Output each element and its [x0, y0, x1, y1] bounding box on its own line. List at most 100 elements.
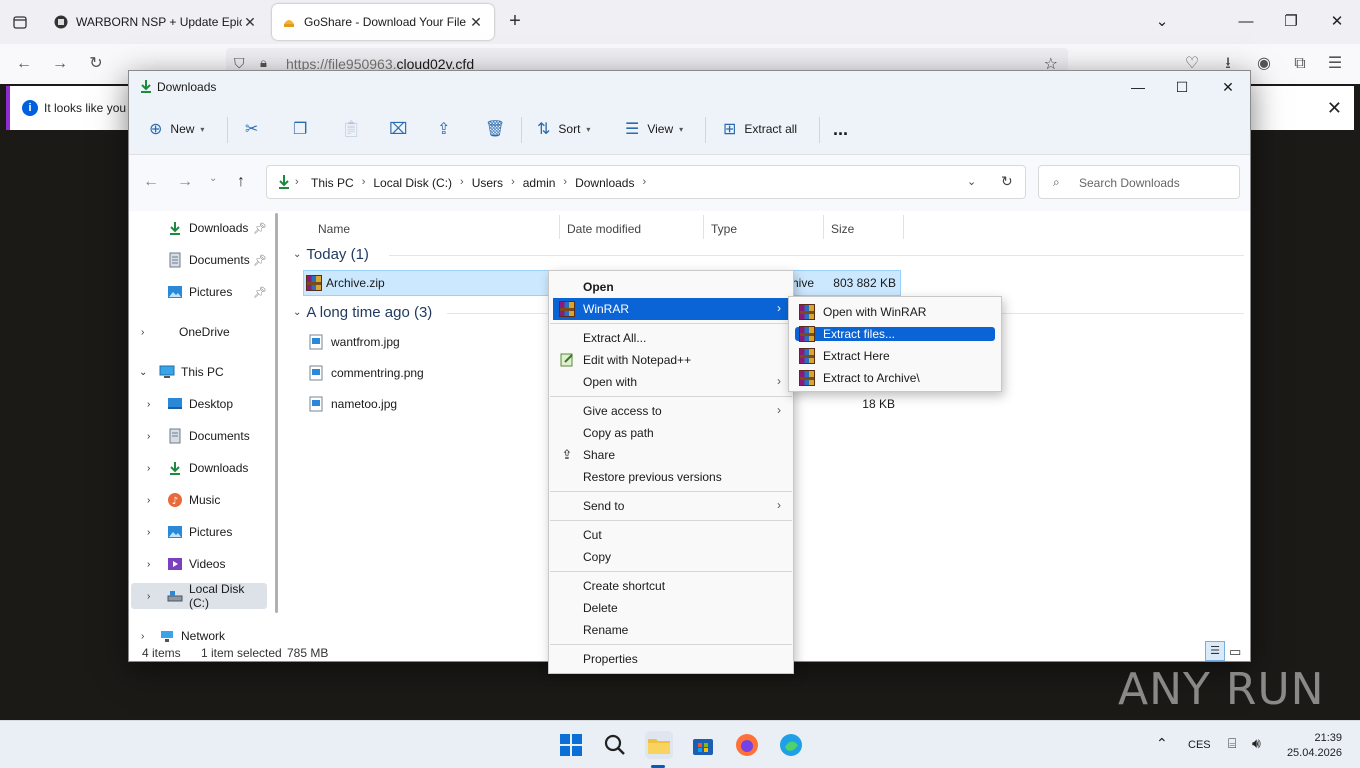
breadcrumb-item[interactable]: This PC [311, 176, 354, 190]
group-header-long-ago[interactable]: ⌄ A long time ago (3) [293, 304, 432, 321]
more-options-button[interactable]: ... [833, 117, 848, 141]
menu-icon[interactable]: ☰ [1323, 52, 1347, 76]
sidebar-item-network[interactable]: › Network [129, 623, 269, 643]
chevron-right-icon[interactable]: › [147, 559, 150, 570]
menu-item-give-access[interactable]: Give access to › [553, 400, 789, 422]
breadcrumb-item[interactable]: Local Disk (C:) [373, 176, 452, 190]
rename-button[interactable]: ⌧ [389, 117, 415, 141]
menu-item-copy-as-path[interactable]: Copy as path [553, 422, 789, 444]
menu-item-winrar[interactable]: WinRAR › [553, 298, 789, 320]
close-notification-icon[interactable]: ✕ [1327, 98, 1342, 119]
menu-item-copy[interactable]: Copy [553, 546, 789, 568]
menu-item-rename[interactable]: Rename [553, 619, 789, 641]
forward-icon[interactable]: → [177, 173, 193, 191]
new-tab-icon[interactable]: + [503, 10, 527, 34]
pin-icon[interactable]: 📌︎ [253, 254, 267, 267]
sidebar-item-onedrive[interactable]: › OneDrive [129, 319, 269, 345]
paste-button[interactable]: 📋︎ [341, 117, 369, 141]
chevron-right-icon[interactable]: › [141, 327, 144, 338]
up-icon[interactable]: ↑ [237, 173, 245, 191]
forward-icon[interactable]: → [48, 52, 72, 76]
menu-item-edit-notepad[interactable]: Edit with Notepad++ [553, 349, 789, 371]
share-button[interactable]: ⇪ [437, 117, 458, 141]
submenu-extract-here[interactable]: Extract Here [795, 348, 995, 364]
back-icon[interactable]: ← [143, 173, 159, 191]
sidebar-item-documents[interactable]: Documents 📌︎ [129, 247, 269, 273]
sidebar-item-local-disk[interactable]: › Local Disk (C:) [131, 582, 267, 610]
maximize-icon[interactable]: ☐ [1162, 75, 1202, 99]
file-explorer-icon[interactable] [645, 731, 673, 759]
refresh-icon[interactable]: ↻ [1001, 173, 1013, 190]
file-row-wantfrom[interactable]: wantfrom.jpg [303, 329, 400, 355]
chevron-right-icon[interactable]: › [147, 431, 150, 442]
menu-item-open-with[interactable]: Open with › [553, 371, 789, 393]
sidebar-item-videos[interactable]: › Videos [129, 551, 269, 577]
copy-button[interactable]: ❐ [293, 117, 315, 141]
close-icon[interactable]: ✕ [1208, 75, 1248, 99]
lock-icon[interactable]: 🔒︎ [260, 55, 267, 71]
menu-item-restore-versions[interactable]: Restore previous versions [553, 466, 789, 488]
extensions-icon[interactable]: ⧉ [1288, 52, 1312, 76]
recent-chevron-icon[interactable]: ⌄ [209, 173, 217, 184]
chevron-down-icon[interactable]: ⌄ [139, 367, 147, 378]
edge-icon[interactable] [777, 731, 805, 759]
close-tab-icon[interactable]: ✕ [468, 14, 484, 31]
chevron-right-icon[interactable]: › [141, 631, 144, 642]
tab-goshare[interactable]: GoShare - Download Your File ✕ [272, 4, 494, 40]
submenu-extract-files[interactable]: Extract files... [795, 326, 995, 342]
delete-button[interactable]: 🗑︎ [485, 117, 513, 141]
sidebar-item-desktop[interactable]: › Desktop [129, 391, 269, 417]
show-hidden-icons-chevron[interactable]: ⌃ [1156, 735, 1168, 752]
sidebar-item-this-pc[interactable]: ⌄ This PC [129, 359, 269, 385]
submenu-open-with-winrar[interactable]: Open with WinRAR [795, 304, 995, 320]
tiles-view-icon[interactable]: ▭ [1229, 644, 1241, 660]
sidebar-item-downloads[interactable]: Downloads 📌︎ [129, 215, 269, 241]
close-tab-icon[interactable]: ✕ [242, 14, 258, 31]
search-input[interactable]: ⌕ Search Downloads [1038, 165, 1240, 199]
sidebar-item-pictures[interactable]: › Pictures [129, 519, 269, 545]
minimize-icon[interactable]: — [1118, 75, 1158, 99]
search-icon[interactable] [601, 731, 629, 759]
cut-button[interactable]: ✂ [245, 117, 266, 141]
extract-all-button[interactable]: ⊞ Extract all [723, 117, 797, 141]
start-icon[interactable] [557, 731, 585, 759]
column-divider[interactable] [823, 215, 824, 239]
column-header-date[interactable]: Date modified [567, 222, 641, 236]
column-divider[interactable] [559, 215, 560, 239]
column-header-type[interactable]: Type [711, 222, 737, 236]
chevron-right-icon[interactable]: › [147, 527, 150, 538]
sidebar-item-pictures[interactable]: Pictures 📌︎ [129, 279, 269, 305]
group-header-today[interactable]: ⌄ Today (1) [293, 246, 369, 263]
menu-item-send-to[interactable]: Send to › [553, 495, 789, 517]
chevron-down-icon[interactable]: ⌄ [967, 175, 976, 188]
details-view-icon[interactable]: ☰ [1205, 641, 1225, 661]
store-icon[interactable] [689, 731, 717, 759]
menu-item-delete[interactable]: Delete [553, 597, 789, 619]
chevron-right-icon[interactable]: › [147, 591, 150, 602]
column-divider[interactable] [903, 215, 904, 239]
breadcrumb-item[interactable]: Downloads [575, 176, 634, 190]
submenu-extract-to-archive[interactable]: Extract to Archive\ [795, 370, 995, 386]
sidebar-item-music[interactable]: › ♪ Music [129, 487, 269, 513]
menu-item-cut[interactable]: Cut [553, 524, 789, 546]
menu-item-create-shortcut[interactable]: Create shortcut [553, 575, 789, 597]
close-window-icon[interactable]: ✕ [1323, 8, 1351, 36]
menu-item-share[interactable]: ⇪ Share [553, 444, 789, 466]
chevron-right-icon[interactable]: › [147, 399, 150, 410]
file-row-commentring[interactable]: commentring.png [303, 360, 424, 386]
back-icon[interactable]: ← [12, 52, 36, 76]
account-icon[interactable]: ◉ [1252, 52, 1276, 76]
minimize-icon[interactable]: — [1232, 8, 1260, 36]
menu-item-extract-all[interactable]: Extract All... [553, 327, 789, 349]
language-indicator[interactable]: CES [1188, 739, 1211, 751]
reload-icon[interactable]: ↻ [84, 52, 108, 76]
volume-icon[interactable]: 🔊︎ [1252, 735, 1261, 752]
sidebar-item-documents[interactable]: › Documents [129, 423, 269, 449]
chevron-right-icon[interactable]: › [147, 495, 150, 506]
menu-item-properties[interactable]: Properties [553, 648, 789, 670]
pin-icon[interactable]: 📌︎ [253, 222, 267, 235]
pin-icon[interactable]: 📌︎ [253, 286, 267, 299]
new-button[interactable]: ⊕ New ▾ [149, 117, 204, 141]
column-divider[interactable] [703, 215, 704, 239]
menu-item-open[interactable]: Open [553, 276, 789, 298]
